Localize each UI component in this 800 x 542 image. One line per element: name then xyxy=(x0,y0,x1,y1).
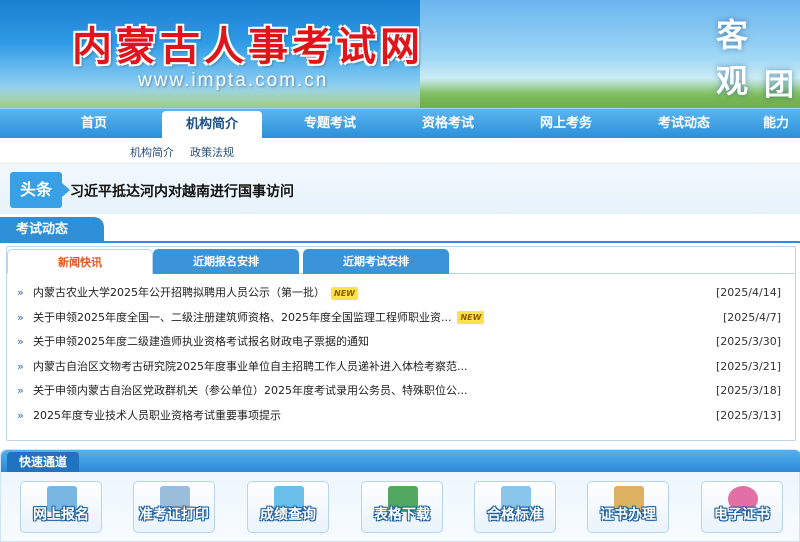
news-tabs: 新闻快讯 近期报名安排 近期考试安排 xyxy=(7,247,795,274)
list-item[interactable]: » 关于申领2025年度全国一、二级注册建筑师资格、2025年度全国监理工程师职… xyxy=(7,306,795,331)
arrow-icon: » xyxy=(17,286,24,299)
news-date: [2025/3/18] xyxy=(716,384,781,397)
quick-access-header: 快速通道 xyxy=(1,450,800,472)
nav-home[interactable]: 首页 xyxy=(44,109,144,139)
sub-nav: 机构简介 政策法规 xyxy=(0,138,800,164)
quick-form-download-button[interactable]: 表格下载 xyxy=(361,481,443,533)
quick-button-label: 网上报名 xyxy=(33,507,89,523)
news-list: » 内蒙古农业大学2025年公开招聘拟聘用人员公示（第一批） NEW [2025/… xyxy=(7,281,795,428)
quick-button-label: 成绩查询 xyxy=(260,507,316,523)
quick-admission-print-button[interactable]: 准考证打印 xyxy=(133,481,215,533)
headline-link[interactable]: 习近平抵达河内对越南进行国事访问 xyxy=(70,181,294,201)
list-item[interactable]: » 内蒙古自治区文物考古研究院2025年度事业单位自主招聘工作人员递补进入体检考… xyxy=(7,355,795,380)
banner-grass xyxy=(0,86,800,108)
tab-exam-schedule[interactable]: 近期考试安排 xyxy=(303,249,449,274)
quick-online-register-button[interactable]: 网上报名 xyxy=(20,481,102,533)
tab-registration-schedule[interactable]: 近期报名安排 xyxy=(153,249,299,274)
site-title[interactable]: 内蒙古人事考试网 xyxy=(72,14,424,72)
news-date: [2025/3/13] xyxy=(716,408,781,422)
nav-about[interactable]: 机构简介 xyxy=(162,111,262,139)
arrow-icon: » xyxy=(17,384,24,397)
news-date: [2025/4/14] xyxy=(716,286,781,299)
nav-qualification-exam[interactable]: 资格考试 xyxy=(398,109,498,139)
new-badge: NEW xyxy=(331,286,358,300)
site-banner: 内蒙古人事考试网 www.impta.com.cn 客 观 团 xyxy=(0,0,800,108)
news-title[interactable]: 内蒙古自治区文物考古研究院2025年度事业单位自主招聘工作人员递补进入体检考察范… xyxy=(33,355,467,380)
quick-certificate-button[interactable]: 证书办理 xyxy=(587,481,669,533)
quick-pass-standard-button[interactable]: 合格标准 xyxy=(474,481,556,533)
tab-news-flash[interactable]: 新闻快讯 xyxy=(7,249,153,274)
news-title[interactable]: 关于申领2025年度全国一、二级注册建筑师资格、2025年度全国监理工程师职业资… xyxy=(33,311,451,324)
news-date: [2025/4/7] xyxy=(723,310,781,324)
section-divider xyxy=(0,241,800,243)
quick-e-certificate-button[interactable]: 电子证书 xyxy=(701,481,783,533)
arrow-icon: » xyxy=(17,359,24,373)
news-title[interactable]: 关于申领内蒙古自治区党政群机关（参公单位）2025年度考试录用公务员、特殊职位公… xyxy=(33,379,467,404)
headline-bar: 头条 习近平抵达河内对越南进行国事访问 xyxy=(0,164,800,214)
headline-badge: 头条 xyxy=(10,172,70,208)
arrow-icon: » xyxy=(17,335,24,348)
news-date: [2025/3/21] xyxy=(716,359,781,373)
main-nav: 首页 机构简介 专题考试 资格考试 网上考务 考试动态 能力 xyxy=(0,108,800,139)
quick-button-label: 合格标准 xyxy=(487,507,543,523)
new-badge: NEW xyxy=(457,311,485,324)
list-item[interactable]: » 内蒙古农业大学2025年公开招聘拟聘用人员公示（第一批） NEW [2025/… xyxy=(7,281,795,306)
nav-exam-news[interactable]: 考试动态 xyxy=(634,109,734,139)
nav-ability[interactable]: 能力 xyxy=(752,109,800,139)
arrow-icon: » xyxy=(17,408,24,422)
quick-access-title: 快速通道 xyxy=(7,452,80,472)
exam-news-section-title: 考试动态 xyxy=(0,217,104,243)
list-item[interactable]: » 2025年度专业技术人员职业资格考试重要事项提示 [2025/3/13] xyxy=(7,404,795,429)
arrow-icon: » xyxy=(17,310,24,324)
quick-access-panel: 快速通道 网上报名 准考证打印 成绩查询 表格下载 合格标准 证书办理 电子证书 xyxy=(0,449,800,542)
news-date: [2025/3/30] xyxy=(716,335,781,348)
quick-button-label: 准考证打印 xyxy=(139,507,209,523)
quick-button-label: 证书办理 xyxy=(600,507,656,523)
quick-button-label: 电子证书 xyxy=(714,507,770,523)
news-title[interactable]: 关于申领2025年度二级建造师执业资格考试报名财政电子票据的通知 xyxy=(33,330,369,355)
nav-special-exam[interactable]: 专题考试 xyxy=(280,109,380,139)
quick-button-label: 表格下载 xyxy=(374,507,430,523)
news-title[interactable]: 2025年度专业技术人员职业资格考试重要事项提示 xyxy=(33,404,281,429)
subnav-about[interactable]: 机构简介 xyxy=(130,144,174,160)
subnav-policy[interactable]: 政策法规 xyxy=(190,144,234,160)
list-item[interactable]: » 关于申领2025年度二级建造师执业资格考试报名财政电子票据的通知 [2025… xyxy=(7,330,795,355)
quick-score-query-button[interactable]: 成绩查询 xyxy=(247,481,329,533)
news-title[interactable]: 内蒙古农业大学2025年公开招聘拟聘用人员公示（第一批） xyxy=(33,286,325,299)
list-item[interactable]: » 关于申领内蒙古自治区党政群机关（参公单位）2025年度考试录用公务员、特殊职… xyxy=(7,379,795,404)
news-panel: 新闻快讯 近期报名安排 近期考试安排 » 内蒙古农业大学2025年公开招聘拟聘用… xyxy=(6,246,796,441)
site-url: www.impta.com.cn xyxy=(138,70,329,91)
nav-online-affairs[interactable]: 网上考务 xyxy=(516,109,616,139)
banner-slogan-2: 团 xyxy=(764,68,794,103)
